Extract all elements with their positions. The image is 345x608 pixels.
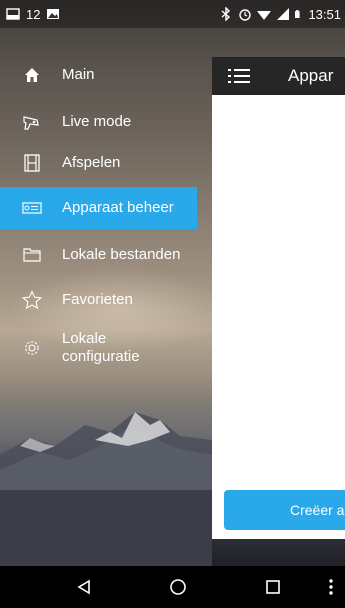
drawer-item-favorieten[interactable]: Favorieten: [0, 279, 197, 321]
system-navigation-bar: [0, 566, 345, 608]
bluetooth-icon: [221, 7, 231, 21]
image-notification-icon: [47, 9, 60, 19]
page-title: Appar: [288, 66, 334, 85]
device-manager-icon: [22, 198, 42, 218]
folder-icon: [22, 245, 42, 265]
alarm-icon: [239, 9, 252, 21]
panel-header: Appar: [212, 57, 345, 95]
status-bar: 12 13:51: [0, 0, 345, 28]
film-icon: [22, 153, 42, 173]
battery-icon: [295, 10, 301, 18]
back-icon: [77, 579, 90, 595]
drawer-item-label: Apparaat beheer: [62, 199, 174, 216]
notification-count: 12: [26, 6, 41, 22]
signal-icon: [277, 8, 290, 20]
drawer-item-label: Afspelen: [62, 154, 121, 171]
home-circle-icon: [170, 579, 186, 595]
drawer-item-label: Live mode: [62, 113, 132, 130]
navigation-drawer: Main Live mode Afspelen Apparaat beheer …: [0, 28, 212, 566]
star-icon: [22, 290, 42, 310]
back-button[interactable]: [73, 576, 95, 598]
drawer-item-lokale-configuratie[interactable]: Lokale configuratie: [0, 323, 197, 373]
drawer-item-live-mode[interactable]: Live mode: [0, 101, 197, 143]
gear-icon: [22, 338, 42, 358]
drawer-item-afspelen[interactable]: Afspelen: [0, 142, 197, 184]
home-icon: [22, 65, 42, 85]
recents-button[interactable]: [262, 576, 284, 598]
camera-icon: [22, 112, 42, 132]
status-time: 13:51: [308, 6, 341, 22]
drawer-item-main[interactable]: Main: [0, 54, 197, 96]
overflow-menu-button[interactable]: [320, 576, 342, 598]
device-manager-panel: Appar Creëer a: [212, 57, 345, 539]
drawer-item-label: Favorieten: [62, 291, 133, 308]
create-device-button[interactable]: Creëer a: [224, 490, 345, 530]
create-button-label: Creëer a: [290, 502, 345, 518]
recents-icon: [266, 580, 280, 594]
wifi-icon: [257, 11, 272, 20]
more-vert-icon: [329, 579, 333, 595]
home-button[interactable]: [167, 576, 189, 598]
drawer-item-label: Lokale bestanden: [62, 246, 181, 263]
drawer-item-lokale-bestanden[interactable]: Lokale bestanden: [0, 234, 197, 276]
screenshot-notification-icon: [6, 8, 20, 20]
drawer-item-label: Lokale configuratie: [62, 330, 140, 365]
drawer-item-apparaat-beheer[interactable]: Apparaat beheer: [0, 187, 197, 229]
drawer-item-label: Main: [62, 66, 95, 83]
list-menu-icon[interactable]: [228, 68, 250, 84]
